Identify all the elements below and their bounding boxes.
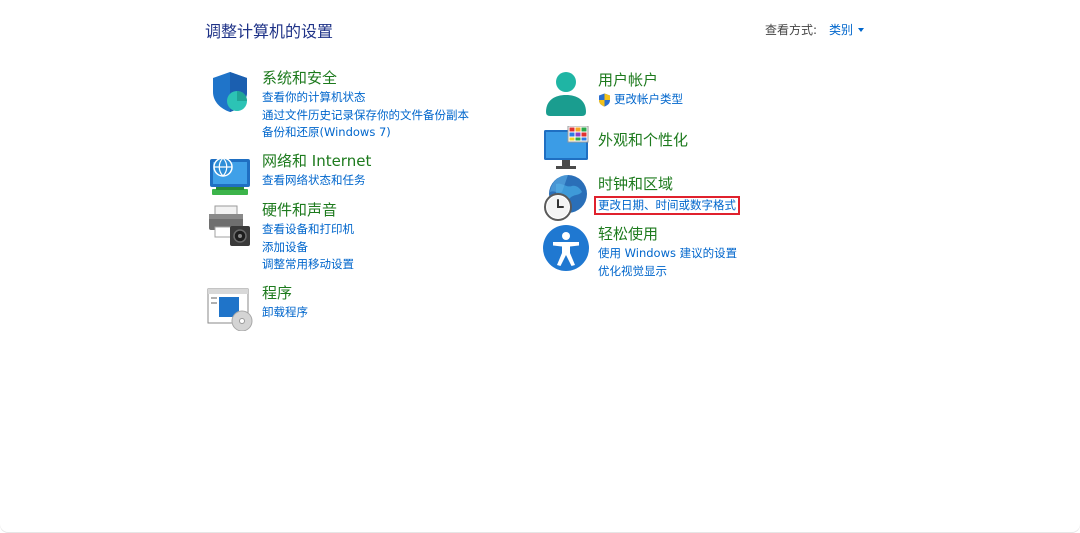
link-change-account-type-label: 更改帐户类型 [614, 92, 683, 106]
category-user-accounts: 用户帐户 更改帐户类型 [542, 70, 683, 118]
category-title-appearance[interactable]: 外观和个性化 [598, 130, 688, 150]
link-backup-restore[interactable]: 备份和还原(Windows 7) [262, 124, 469, 142]
clock-globe-icon[interactable] [542, 174, 590, 222]
user-icon[interactable] [542, 70, 590, 118]
link-view-computer-status[interactable]: 查看你的计算机状态 [262, 89, 469, 107]
link-change-account-type[interactable]: 更改帐户类型 [598, 91, 683, 109]
link-uninstall-program[interactable]: 卸载程序 [262, 304, 308, 322]
category-title-ease-of-access[interactable]: 轻松使用 [598, 224, 737, 244]
printer-speaker-icon[interactable] [206, 200, 254, 248]
category-hardware-sound: 硬件和声音 查看设备和打印机 添加设备 调整常用移动设置 [206, 200, 354, 274]
view-by-label: 查看方式: [764, 23, 817, 37]
category-title-network-internet[interactable]: 网络和 Internet [262, 151, 371, 171]
category-title-programs[interactable]: 程序 [262, 283, 308, 303]
link-network-status[interactable]: 查看网络状态和任务 [262, 172, 371, 190]
category-clock-region: 时钟和区域 更改日期、时间或数字格式 [542, 174, 740, 222]
category-network-internet: 网络和 Internet 查看网络状态和任务 [206, 151, 371, 199]
page-title: 调整计算机的设置 [205, 22, 334, 41]
link-recommended-settings[interactable]: 使用 Windows 建议的设置 [598, 245, 737, 263]
category-ease-of-access: 轻松使用 使用 Windows 建议的设置 优化视觉显示 [542, 224, 737, 280]
link-devices-printers[interactable]: 查看设备和打印机 [262, 221, 354, 239]
accessibility-icon[interactable] [542, 224, 590, 272]
link-mobility-settings[interactable]: 调整常用移动设置 [262, 256, 354, 274]
category-appearance: 外观和个性化 [542, 126, 688, 174]
category-title-system-security[interactable]: 系统和安全 [262, 68, 469, 88]
view-by: 查看方式: 类别 [765, 21, 864, 38]
category-title-hardware-sound[interactable]: 硬件和声音 [262, 200, 354, 220]
view-by-dropdown[interactable]: 类别 [829, 21, 853, 38]
category-title-clock-region[interactable]: 时钟和区域 [598, 174, 740, 194]
link-file-history[interactable]: 通过文件历史记录保存你的文件备份副本 [262, 107, 469, 125]
link-add-device[interactable]: 添加设备 [262, 239, 354, 257]
link-optimize-display[interactable]: 优化视觉显示 [598, 263, 737, 281]
shield-icon[interactable] [206, 68, 254, 116]
monitor-palette-icon[interactable] [542, 126, 590, 174]
uac-shield-icon [599, 93, 610, 107]
programs-disc-icon[interactable] [206, 283, 254, 331]
category-title-user-accounts[interactable]: 用户帐户 [598, 70, 683, 90]
link-change-date-time-format[interactable]: 更改日期、时间或数字格式 [594, 196, 740, 215]
category-programs: 程序 卸载程序 [206, 283, 308, 331]
network-globe-icon[interactable] [206, 151, 254, 199]
control-panel-page: 调整计算机的设置 查看方式: 类别 系统和安全 查看你的计算机状态 通过文件历史… [0, 0, 1080, 533]
category-system-security: 系统和安全 查看你的计算机状态 通过文件历史记录保存你的文件备份副本 备份和还原… [206, 68, 469, 142]
caret-down-icon[interactable] [858, 27, 864, 32]
